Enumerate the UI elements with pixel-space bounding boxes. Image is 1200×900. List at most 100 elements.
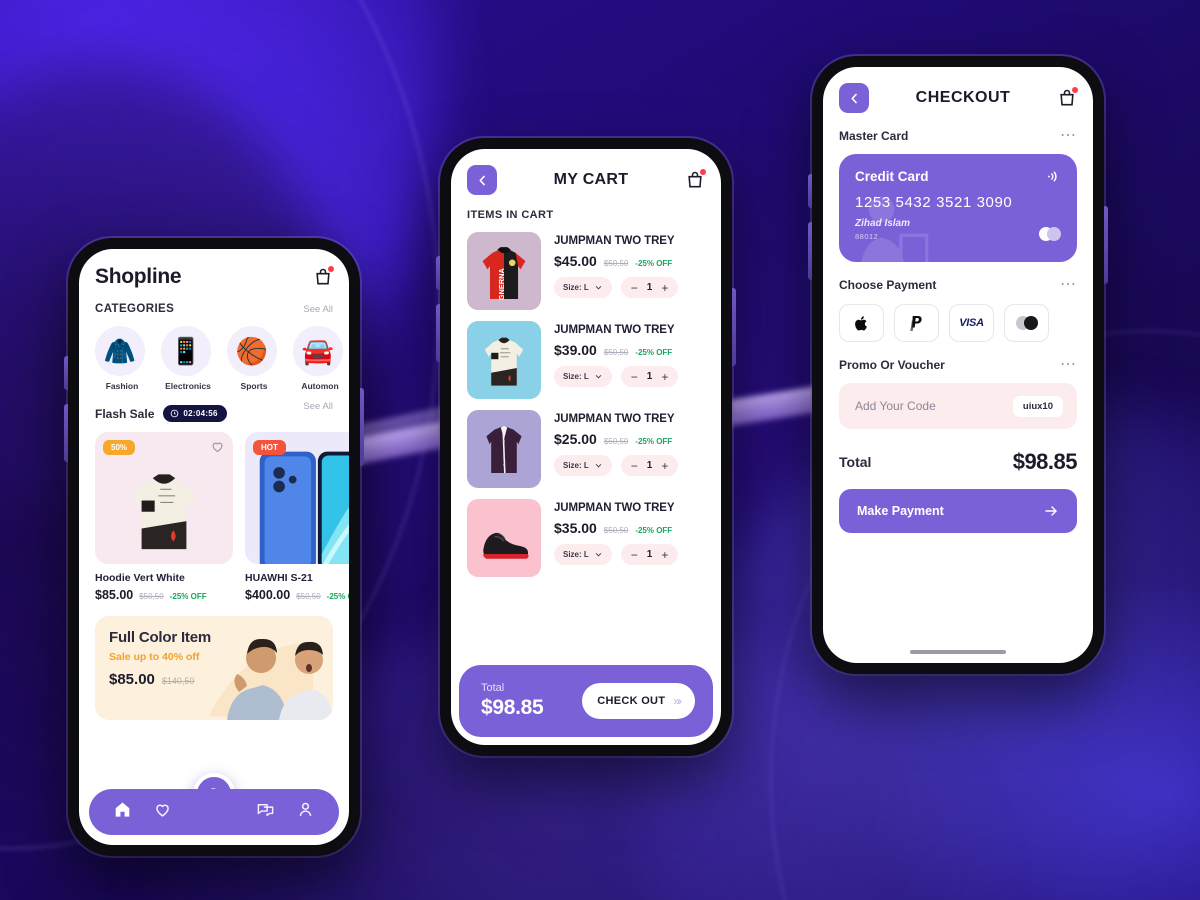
category-label: Automon xyxy=(301,381,339,391)
cart-item-thumbnail xyxy=(467,321,541,399)
cart-item[interactable]: JUMPMAN TWO TREY $39.00 $50,50 -25% OFF … xyxy=(467,310,705,399)
product-name: HUAWHI S-21 xyxy=(245,572,313,584)
shirt-illustration xyxy=(486,425,522,473)
promo-price: $85.00 xyxy=(109,671,155,688)
cart-item-name: JUMPMAN TWO TREY xyxy=(554,235,675,247)
category-list: 🧥 Fashion 📱 Electronics 🏀 Sports 🚘 Autom… xyxy=(95,326,343,391)
cart-item-price: $35.00 xyxy=(554,520,597,536)
phone-cart-screen: MY CART ITEMS IN CART GNERNA JUMPMAN TWO… xyxy=(436,138,736,756)
checkout-button-label: CHECK OUT xyxy=(597,695,666,707)
promo-code-field[interactable]: Add Your Code uiux10 xyxy=(839,383,1077,429)
svg-text:GNERNA: GNERNA xyxy=(497,268,506,301)
quantity-value: 1 xyxy=(646,460,653,471)
cart-item[interactable]: JUMPMAN TWO TREY $25.00 $50,50 -25% OFF … xyxy=(467,399,705,488)
product-price: $85.00 xyxy=(95,588,134,602)
favorite-heart-icon[interactable] xyxy=(210,439,225,459)
back-button[interactable] xyxy=(839,83,869,113)
cart-item-discount: -25% OFF xyxy=(635,259,673,268)
payment-section-more-icon[interactable]: ⋯ xyxy=(1060,277,1077,293)
category-item-electronics[interactable]: 📱 Electronics xyxy=(161,326,215,391)
app-title: Shopline xyxy=(95,265,182,288)
product-name: Hoodie Vert White xyxy=(95,572,185,584)
decrease-quantity-button[interactable]: − xyxy=(631,549,638,561)
person-icon[interactable] xyxy=(296,800,315,824)
decrease-quantity-button[interactable]: − xyxy=(631,282,638,294)
apple-icon xyxy=(855,315,867,330)
payment-method-mastercard[interactable] xyxy=(1004,304,1049,342)
bottom-tab-bar xyxy=(89,789,339,835)
size-selector[interactable]: Size: L xyxy=(554,544,612,565)
quantity-stepper[interactable]: − 1 + xyxy=(620,366,679,387)
paypal-icon xyxy=(910,315,922,331)
sneaker-illustration xyxy=(483,532,529,559)
cart-screen: MY CART ITEMS IN CART GNERNA JUMPMAN TWO… xyxy=(451,149,721,745)
automotive-icon: 🚘 xyxy=(293,326,343,376)
category-item-automon[interactable]: 🚘 Automon xyxy=(293,326,347,391)
product-discount: -25% OFF xyxy=(326,592,349,601)
quantity-stepper[interactable]: − 1 + xyxy=(620,455,679,476)
quantity-value: 1 xyxy=(646,282,653,293)
cart-item[interactable]: JUMPMAN TWO TREY $35.00 $50,50 -25% OFF … xyxy=(467,488,705,577)
category-item-fashion[interactable]: 🧥 Fashion xyxy=(95,326,149,391)
payment-method-visa[interactable]: VISA xyxy=(949,304,994,342)
chat-icon[interactable] xyxy=(256,800,275,824)
shopping-bag-icon[interactable] xyxy=(685,169,706,190)
size-selector[interactable]: Size: L xyxy=(554,455,612,476)
size-selector[interactable]: Size: L xyxy=(554,277,612,298)
increase-quantity-button[interactable]: + xyxy=(661,282,668,294)
phone-side-button xyxy=(732,288,736,366)
chevron-down-icon xyxy=(595,375,601,379)
product-price-row: $400.00 $50,50 -25% OFF xyxy=(245,588,349,602)
product-card-phone[interactable]: HOT HUAWHI S-21 $400.00 $50,50 -25% xyxy=(245,432,349,602)
notification-dot xyxy=(1072,87,1078,93)
cart-item-price: $25.00 xyxy=(554,431,597,447)
timer-value: 02:04:56 xyxy=(183,409,218,418)
promo-placeholder: Add Your Code xyxy=(855,399,936,413)
increase-quantity-button[interactable]: + xyxy=(661,460,668,472)
hot-badge: HOT xyxy=(253,440,286,455)
discount-badge: 50% xyxy=(103,440,136,455)
cart-item-name: JUMPMAN TWO TREY xyxy=(554,502,675,514)
flash-sale-see-all[interactable]: See All xyxy=(303,401,333,412)
card-section-more-icon[interactable]: ⋯ xyxy=(1060,128,1077,144)
page-title: MY CART xyxy=(553,171,629,188)
promo-code-chip[interactable]: uiux10 xyxy=(1012,395,1063,417)
payment-method-paypal[interactable] xyxy=(894,304,939,342)
size-selector[interactable]: Size: L xyxy=(554,366,612,387)
promo-banner[interactable]: Full Color Item Sale up to 40% off $85.0… xyxy=(95,616,333,720)
cart-header: MY CART xyxy=(451,149,721,195)
quantity-stepper[interactable]: − 1 + xyxy=(620,544,679,565)
payment-section-header: Choose Payment ⋯ xyxy=(839,277,1077,293)
promo-section-more-icon[interactable]: ⋯ xyxy=(1060,357,1077,373)
category-item-sports[interactable]: 🏀 Sports xyxy=(227,326,281,391)
make-payment-button[interactable]: Make Payment xyxy=(839,489,1077,533)
heart-icon[interactable] xyxy=(153,800,172,824)
payment-method-apple-pay[interactable] xyxy=(839,304,884,342)
categories-see-all[interactable]: See All xyxy=(303,304,333,315)
product-card-hoodie[interactable]: 50% Hoodie Vert White $85.00 $50,50 -25%… xyxy=(95,432,233,602)
decrease-quantity-button[interactable]: − xyxy=(631,371,638,383)
cart-summary-bar: Total $98.85 CHECK OUT »› xyxy=(459,665,713,737)
increase-quantity-button[interactable]: + xyxy=(661,549,668,561)
card-holder-name: Zihad Islam xyxy=(855,218,911,229)
category-label: Fashion xyxy=(105,381,139,391)
shopping-bag-icon[interactable] xyxy=(1057,87,1078,108)
cart-item[interactable]: GNERNA JUMPMAN TWO TREY $45.00 $50,50 -2… xyxy=(467,221,705,310)
card-number: 1253 5432 3521 3090 xyxy=(855,194,1013,211)
electronics-icon: 📱 xyxy=(161,326,211,376)
fashion-icon: 🧥 xyxy=(95,326,145,376)
checkout-button[interactable]: CHECK OUT »› xyxy=(582,683,695,719)
quantity-stepper[interactable]: − 1 + xyxy=(620,277,679,298)
category-label: Electronics xyxy=(165,381,211,391)
increase-quantity-button[interactable]: + xyxy=(661,371,668,383)
shopping-bag-icon[interactable] xyxy=(313,266,334,287)
back-button[interactable] xyxy=(467,165,497,195)
credit-card[interactable]: Credit Card 1253 5432 3521 3090 Zihad Is… xyxy=(839,154,1077,262)
checkout-screen: CHECKOUT Master Card ⋯ Credit Card 1253 … xyxy=(823,67,1093,663)
home-icon[interactable] xyxy=(113,800,132,824)
phone-side-button xyxy=(1104,206,1108,284)
contactless-icon xyxy=(1048,171,1057,182)
decrease-quantity-button[interactable]: − xyxy=(631,460,638,472)
payment-section-label: Choose Payment xyxy=(839,278,937,292)
checkout-total-row: Total $98.85 xyxy=(839,449,1078,475)
